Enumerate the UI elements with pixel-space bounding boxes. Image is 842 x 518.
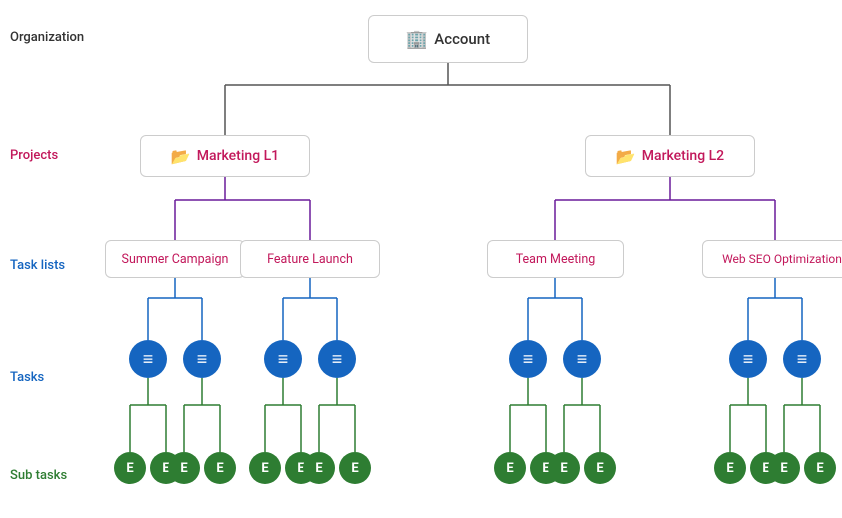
subtask-icon-8: E (351, 461, 358, 476)
label-tasks: Tasks (10, 370, 44, 385)
subtask-3: E (168, 452, 200, 484)
task-4: ≡ (318, 340, 356, 378)
task-icon-5: ≡ (523, 349, 534, 370)
subtask-icon-13: E (726, 461, 733, 476)
tasklist-summer-campaign: Summer Campaign (105, 240, 245, 278)
label-organization: Organization (10, 30, 84, 45)
subtask-8: E (339, 452, 371, 484)
team-meeting-label: Team Meeting (516, 252, 596, 267)
task-2: ≡ (183, 340, 221, 378)
label-tasklists: Task lists (10, 258, 65, 273)
folder-icon-l2: 📂 (616, 147, 636, 166)
task-icon-8: ≡ (797, 349, 808, 370)
web-seo-label: Web SEO Optimization (722, 252, 842, 266)
subtask-icon-5: E (261, 461, 268, 476)
project-marketing-l2: 📂 Marketing L2 (585, 135, 755, 177)
subtask-icon-15: E (780, 461, 787, 476)
task-1: ≡ (129, 340, 167, 378)
subtask-12: E (584, 452, 616, 484)
project-marketing-l1: 📂 Marketing L1 (140, 135, 310, 177)
subtask-13: E (714, 452, 746, 484)
subtask-icon-9: E (506, 461, 513, 476)
tasklist-feature-launch: Feature Launch (240, 240, 380, 278)
task-6: ≡ (563, 340, 601, 378)
subtask-16: E (804, 452, 836, 484)
folder-icon-l1: 📂 (171, 147, 191, 166)
subtask-4: E (204, 452, 236, 484)
feature-launch-label: Feature Launch (267, 252, 353, 267)
task-icon-4: ≡ (332, 349, 343, 370)
account-node: 🏢 Account (368, 15, 528, 63)
label-subtasks: Sub tasks (10, 468, 67, 483)
task-icon-2: ≡ (197, 349, 208, 370)
project-l2-label: Marketing L2 (642, 148, 724, 164)
subtask-icon-4: E (216, 461, 223, 476)
subtask-11: E (548, 452, 580, 484)
subtask-15: E (768, 452, 800, 484)
tasklist-team-meeting: Team Meeting (487, 240, 624, 278)
task-5: ≡ (509, 340, 547, 378)
task-8: ≡ (783, 340, 821, 378)
project-l1-label: Marketing L1 (197, 148, 279, 164)
summer-campaign-label: Summer Campaign (122, 252, 229, 267)
subtask-9: E (494, 452, 526, 484)
subtask-icon-12: E (596, 461, 603, 476)
task-3: ≡ (264, 340, 302, 378)
subtask-7: E (303, 452, 335, 484)
building-icon: 🏢 (406, 29, 428, 50)
tasklist-web-seo: Web SEO Optimization (702, 240, 842, 278)
task-icon-6: ≡ (577, 349, 588, 370)
org-chart: Organization Projects Task lists Tasks S… (0, 0, 842, 518)
subtask-5: E (249, 452, 281, 484)
label-projects: Projects (10, 148, 58, 163)
subtask-icon-16: E (816, 461, 823, 476)
task-icon-7: ≡ (743, 349, 754, 370)
task-7: ≡ (729, 340, 767, 378)
account-label: Account (434, 30, 490, 48)
subtask-1: E (114, 452, 146, 484)
subtask-icon-11: E (560, 461, 567, 476)
task-icon-3: ≡ (278, 349, 289, 370)
subtask-icon-3: E (180, 461, 187, 476)
subtask-icon-7: E (315, 461, 322, 476)
subtask-icon-1: E (126, 461, 133, 476)
task-icon-1: ≡ (143, 349, 154, 370)
